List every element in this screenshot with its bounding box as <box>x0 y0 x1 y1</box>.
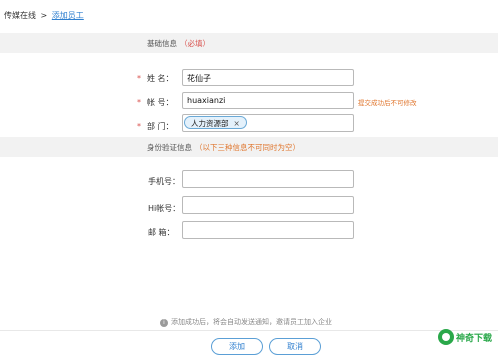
hi-account-input[interactable] <box>182 196 354 214</box>
required-mark: * <box>137 74 141 83</box>
add-button[interactable]: 添加 <box>211 338 263 355</box>
watermark-text: 神奇下载 <box>456 334 493 344</box>
account-input[interactable]: huaxianzi <box>182 92 354 109</box>
watermark-logo-icon <box>438 329 454 345</box>
breadcrumb-current[interactable]: 添加员工 <box>52 11 84 20</box>
hi-account-label: Hi帐号： <box>148 204 181 213</box>
watermark: 神奇下载 <box>438 327 494 347</box>
section-verify-note: （以下三种信息不可同时为空） <box>195 143 300 152</box>
department-label-text: 部 门： <box>147 122 174 131</box>
footer-divider <box>0 330 498 331</box>
breadcrumb: 传媒在线 > 添加员工 <box>4 10 84 21</box>
account-hint: 提交成功后不可修改 <box>358 99 417 107</box>
account-label: * 帐 号： <box>137 97 174 108</box>
phone-input[interactable] <box>182 170 354 188</box>
email-label: 邮 箱： <box>148 228 175 237</box>
department-label: * 部 门： <box>137 121 174 132</box>
required-mark: * <box>137 122 141 131</box>
section-verify-header: 身份验证信息 （以下三种信息不可同时为空） <box>0 137 498 157</box>
breadcrumb-separator: > <box>40 11 48 20</box>
name-input[interactable]: 花仙子 <box>182 69 354 86</box>
cancel-button[interactable]: 取消 <box>269 338 321 355</box>
close-icon[interactable]: × <box>234 119 240 128</box>
info-icon: i <box>160 319 168 327</box>
footer-tip: i 添加成功后，将会自动发送通知，邀请员工加入企业 <box>160 317 332 327</box>
name-label: * 姓 名： <box>137 73 174 84</box>
section-basic-title-text: 基础信息 <box>147 39 177 48</box>
required-mark: * <box>137 98 141 107</box>
footer-tip-text: 添加成功后，将会自动发送通知，邀请员工加入企业 <box>171 318 332 326</box>
section-basic-title: 基础信息 （必填） <box>147 38 210 49</box>
section-verify-title-text: 身份验证信息 <box>147 143 192 152</box>
section-basic-note: （必填） <box>180 39 210 48</box>
email-input[interactable] <box>182 221 354 239</box>
department-tag: 人力资源部 × <box>184 116 247 129</box>
name-label-text: 姓 名： <box>147 74 174 83</box>
section-basic-header: 基础信息 （必填） <box>0 33 498 53</box>
breadcrumb-root[interactable]: 传媒在线 <box>4 11 36 20</box>
section-verify-title: 身份验证信息 （以下三种信息不可同时为空） <box>147 142 300 153</box>
department-tag-label: 人力资源部 <box>191 119 229 128</box>
account-label-text: 帐 号： <box>147 98 174 107</box>
phone-label: 手机号： <box>148 177 180 186</box>
